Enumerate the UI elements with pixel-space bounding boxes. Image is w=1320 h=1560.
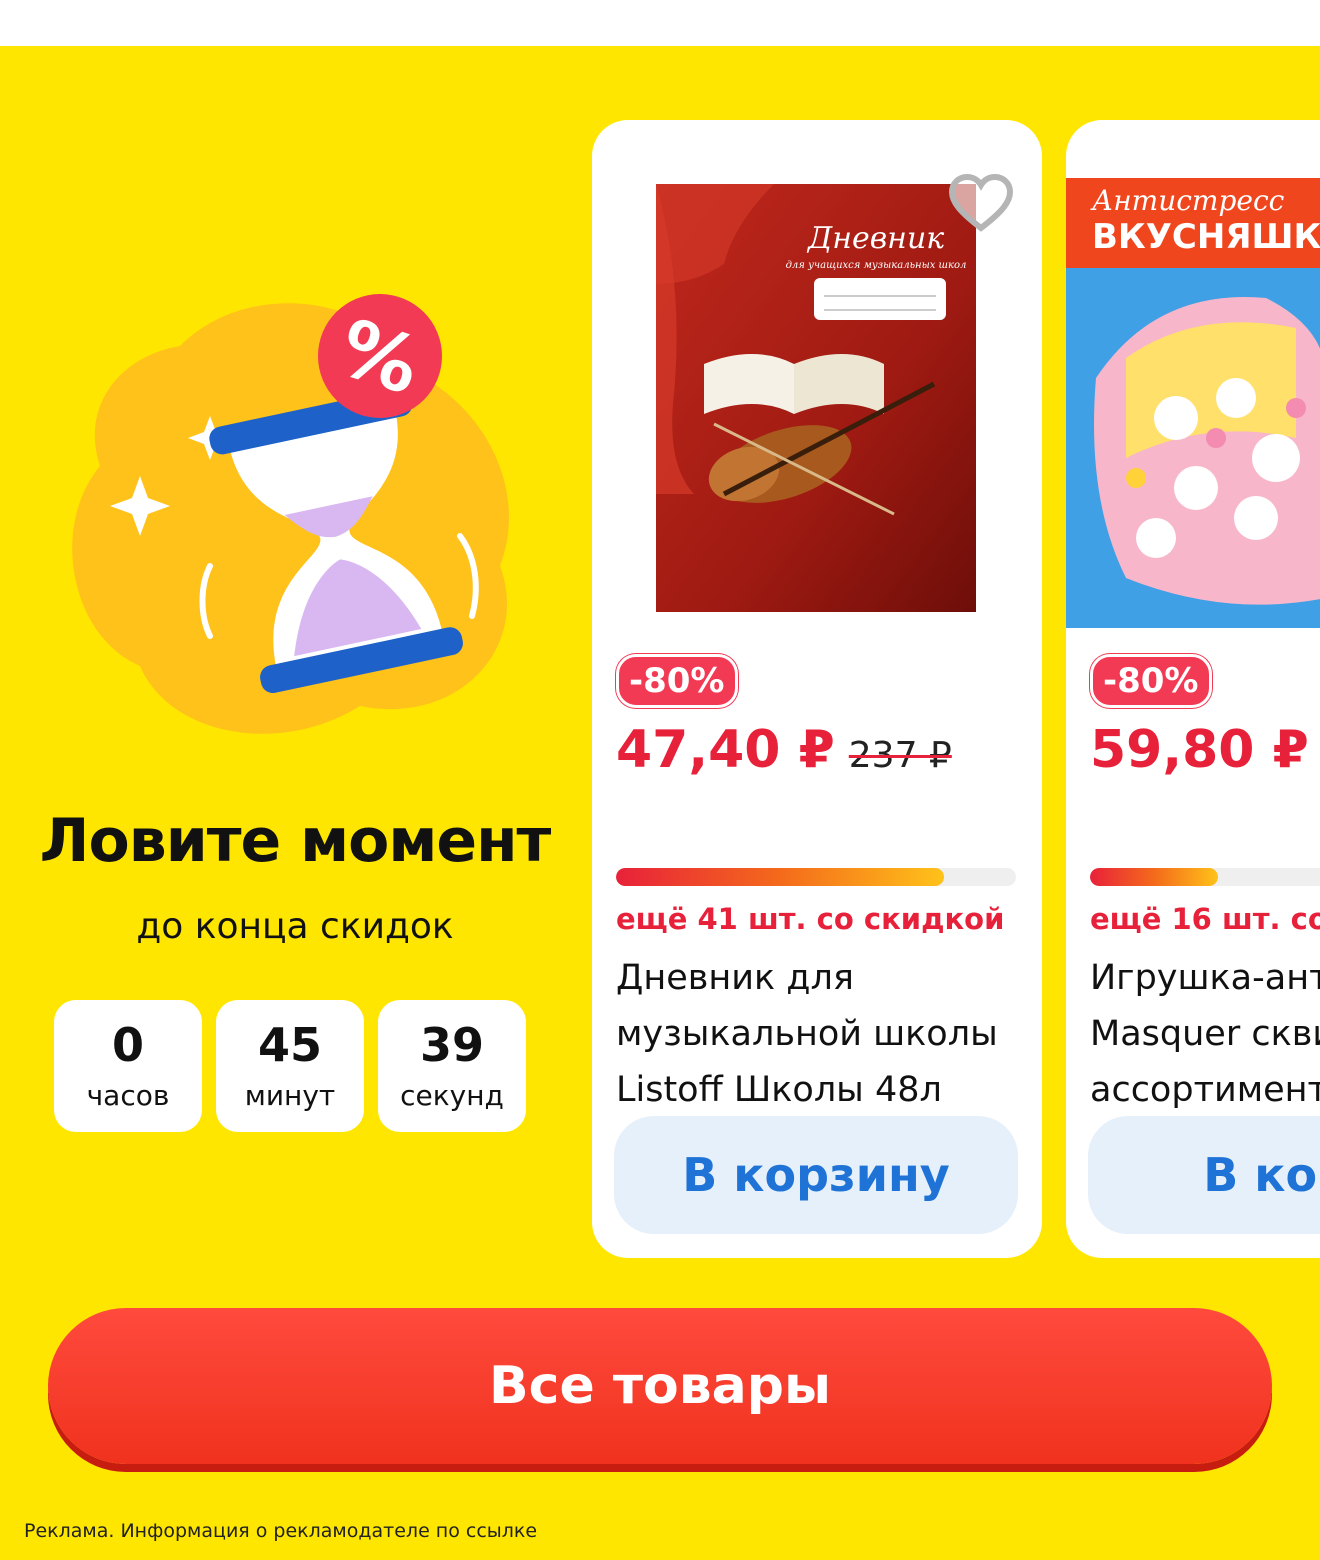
countdown-timer: 0 часов 45 минут 39 секунд: [54, 1000, 526, 1132]
timer-seconds-unit: секунд: [400, 1078, 504, 1112]
product-card[interactable]: Дневник для учащихся музыкальных школ -8…: [592, 120, 1042, 1258]
add-to-cart-button[interactable]: В корз: [1088, 1116, 1320, 1234]
stock-text: ещё 16 шт. со с: [1090, 902, 1320, 936]
timer-minutes-unit: минут: [244, 1078, 336, 1112]
product-image[interactable]: Антистресс ВКУСНЯШК: [1066, 178, 1320, 628]
stock-progress-bar: [616, 868, 1016, 886]
add-to-cart-button[interactable]: В корзину: [614, 1116, 1018, 1234]
ad-disclaimer-link[interactable]: Реклама. Информация о рекламодателе по с…: [24, 1520, 537, 1542]
current-price: 59,80 ₽: [1090, 720, 1309, 780]
timer-hours-value: 0: [111, 1018, 144, 1073]
all-products-button[interactable]: Все товары: [48, 1308, 1272, 1464]
top-strip: [0, 0, 1320, 46]
timer-hours-unit: часов: [86, 1078, 170, 1112]
hourglass-discount-icon: %: [72, 294, 509, 734]
timer-minutes: 45 минут: [216, 1000, 364, 1132]
timer-seconds-value: 39: [419, 1018, 484, 1073]
product-card[interactable]: Антистресс ВКУСНЯШК -80% 59,80 ₽ 2 ещё 1…: [1066, 120, 1320, 1258]
flash-sale-panel: % Ловите момент до конца скидок 0 часов …: [0, 46, 1320, 1560]
cover-title: Антистресс: [1090, 184, 1285, 217]
promo-title: Ловите момент: [39, 806, 552, 876]
old-price: 237 ₽: [848, 735, 952, 776]
stock-progress-fill: [616, 868, 944, 886]
timer-hours: 0 часов: [54, 1000, 202, 1132]
cover-subtitle: для учащихся музыкальных школ: [786, 260, 967, 271]
current-price: 47,40 ₽: [616, 720, 835, 780]
stock-text: ещё 41 шт. со скидкой: [616, 902, 1005, 936]
timer-seconds: 39 секунд: [378, 1000, 526, 1132]
promo-subtitle: до конца скидок: [136, 906, 454, 947]
timer-minutes-value: 45: [257, 1018, 322, 1073]
stock-progress-fill: [1090, 868, 1218, 886]
heart-icon[interactable]: [948, 174, 1014, 234]
price-row: 59,80 ₽ 2: [1090, 720, 1320, 780]
price-row: 47,40 ₽ 237 ₽: [616, 720, 952, 780]
product-name[interactable]: Игрушка-ант Ball Masquer сквиш в ассорти…: [1090, 950, 1320, 1118]
discount-badge: -80%: [616, 654, 738, 708]
cover-subtitle: ВКУСНЯШК: [1092, 217, 1320, 257]
discount-badge: -80%: [1090, 654, 1212, 708]
stock-progress-bar: [1090, 868, 1320, 886]
cover-title: Дневник: [806, 221, 944, 256]
